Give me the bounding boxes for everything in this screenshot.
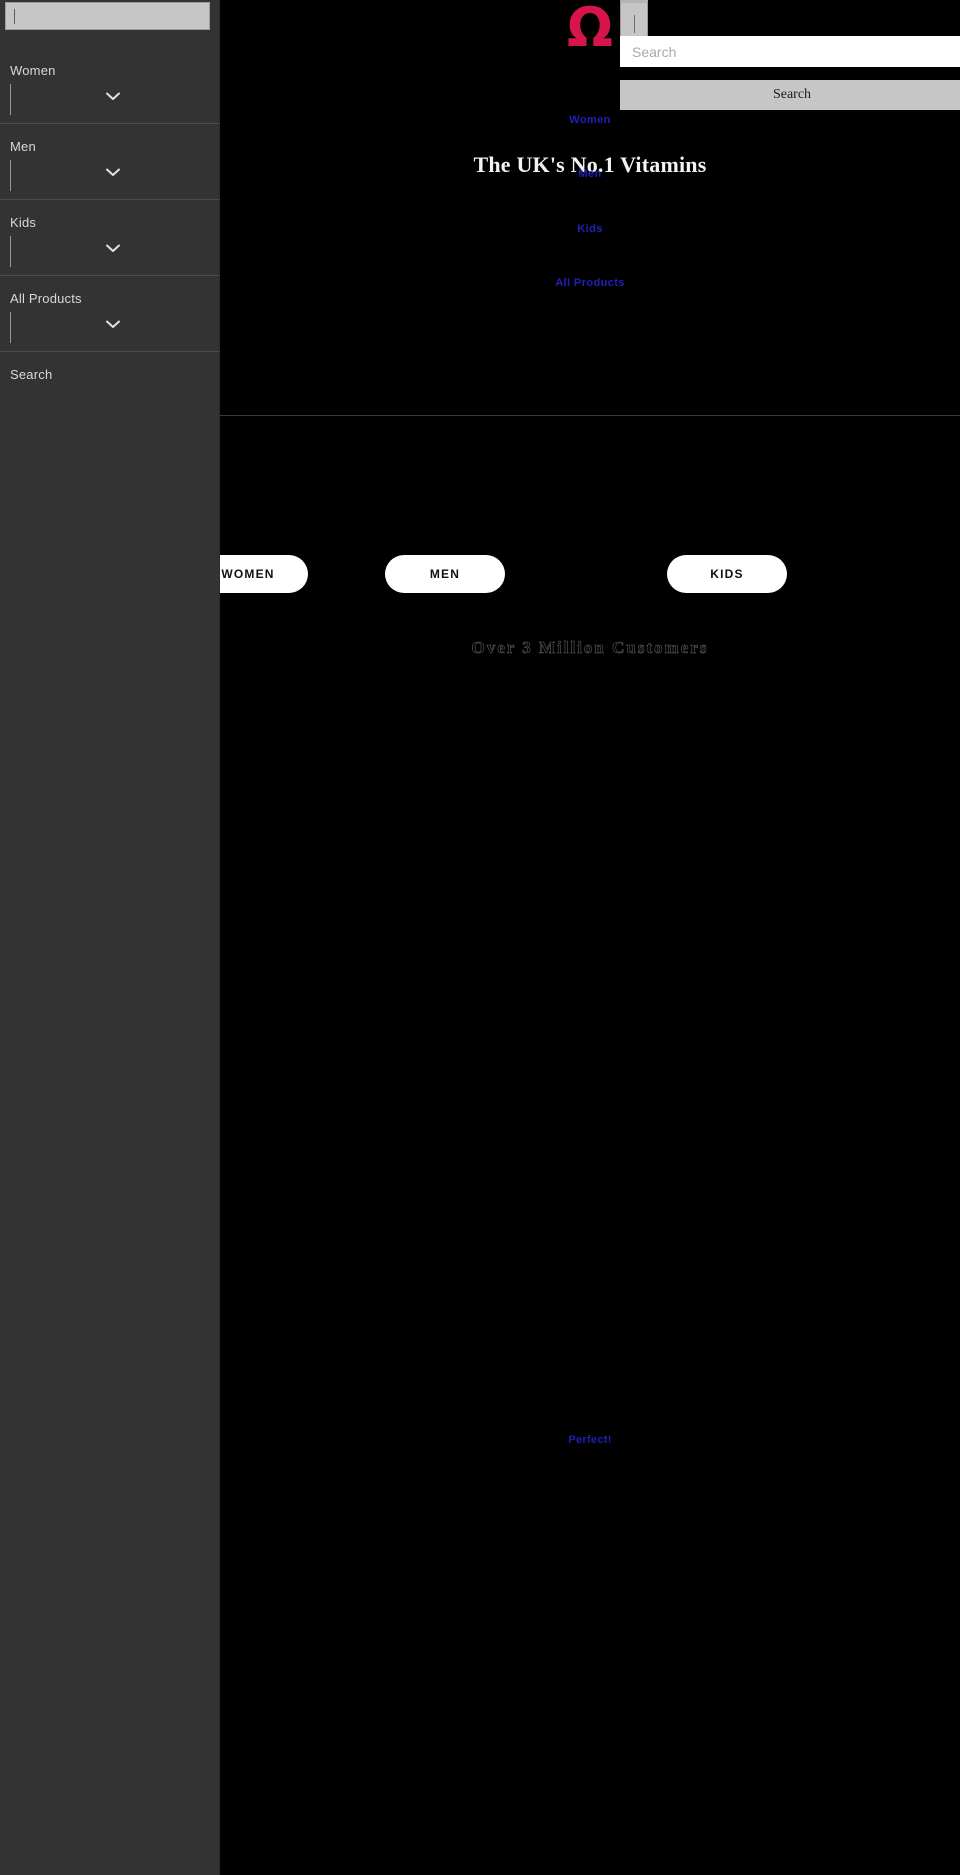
chevron-down-icon[interactable] bbox=[106, 320, 120, 329]
sidebar-item-all-products[interactable]: All Products bbox=[0, 276, 220, 352]
text-caret-icon bbox=[14, 8, 15, 24]
text-caret-icon bbox=[633, 15, 635, 33]
sidebar-item-label: Search bbox=[10, 367, 53, 382]
tree-stem bbox=[10, 236, 11, 267]
page-root: Ω Women The UK's No.1 Vitamins Men Kids … bbox=[0, 0, 960, 1875]
drawer-menu-list: Women Men Kids All Products Search bbox=[0, 48, 220, 398]
sidebar-item-label: Women bbox=[10, 63, 56, 78]
header-link-kids[interactable]: Kids bbox=[220, 223, 960, 235]
category-pill-row: WOMEN MEN KIDS bbox=[220, 555, 960, 595]
footer-link[interactable]: Perfect! bbox=[220, 1434, 960, 1446]
category-pill-kids[interactable]: KIDS bbox=[667, 555, 787, 593]
chevron-down-icon[interactable] bbox=[106, 244, 120, 253]
sidebar-item-label: All Products bbox=[10, 291, 82, 306]
chevron-down-icon[interactable] bbox=[106, 92, 120, 101]
hero-strapline: Over 3 Million Customers bbox=[471, 638, 709, 658]
site-content: Ω Women The UK's No.1 Vitamins Men Kids … bbox=[220, 0, 960, 1875]
sidebar-item-label: Men bbox=[10, 139, 36, 154]
search-button[interactable]: Search bbox=[620, 80, 960, 110]
sidebar-item-label: Kids bbox=[10, 215, 37, 230]
sidebar-item-men[interactable]: Men bbox=[0, 124, 220, 200]
navigation-drawer: Women Men Kids All Products Search bbox=[0, 0, 220, 1875]
drawer-search-input[interactable] bbox=[5, 2, 210, 30]
chevron-down-icon[interactable] bbox=[106, 168, 120, 177]
tree-stem bbox=[10, 160, 11, 191]
category-pill-women[interactable]: WOMEN bbox=[220, 555, 308, 593]
sidebar-item-kids[interactable]: Kids bbox=[0, 200, 220, 276]
sidebar-item-search[interactable]: Search bbox=[0, 352, 220, 398]
tree-stem bbox=[10, 312, 11, 343]
tree-stem bbox=[10, 84, 11, 115]
header-link-all-products[interactable]: All Products bbox=[220, 277, 960, 289]
sidebar-item-women[interactable]: Women bbox=[0, 48, 220, 124]
site-header: Ω Women The UK's No.1 Vitamins Men Kids … bbox=[220, 0, 960, 416]
category-pill-men[interactable]: MEN bbox=[385, 555, 505, 593]
search-input[interactable] bbox=[620, 36, 960, 67]
header-link-men[interactable]: Men bbox=[220, 168, 960, 180]
header-link-women[interactable]: Women bbox=[220, 114, 960, 126]
